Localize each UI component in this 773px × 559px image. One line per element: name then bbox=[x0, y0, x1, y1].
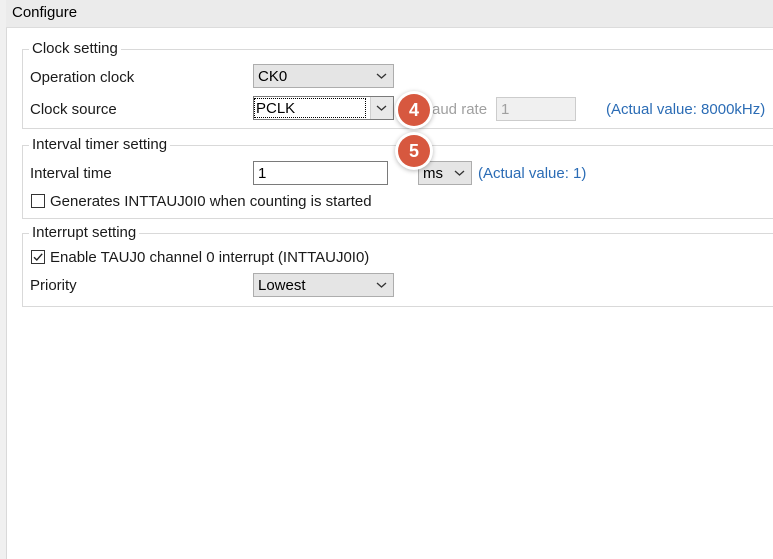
clock-source-label: Clock source bbox=[30, 101, 117, 118]
operation-clock-label: Operation clock bbox=[30, 69, 135, 86]
chevron-down-icon bbox=[376, 105, 387, 111]
interval-unit-select[interactable]: ms bbox=[418, 161, 472, 185]
clock-source-value: PCLK bbox=[256, 100, 296, 117]
callout-badge-5: 5 bbox=[398, 135, 430, 167]
priority-select[interactable]: Lowest bbox=[253, 273, 394, 297]
interrupt-setting-legend: Interrupt setting bbox=[29, 224, 140, 242]
chevron-down-icon bbox=[454, 170, 465, 176]
dropdown-arrow-button[interactable] bbox=[370, 97, 393, 119]
interval-time-label: Interval time bbox=[30, 165, 112, 182]
clock-actual-value: (Actual value: 8000kHz) bbox=[606, 101, 766, 118]
operation-clock-value: CK0 bbox=[258, 68, 288, 85]
baud-rate-label: aud rate bbox=[432, 101, 488, 118]
panel-title: Configure bbox=[12, 4, 78, 21]
interrupt-setting-group: Interrupt setting bbox=[22, 224, 773, 307]
priority-value: Lowest bbox=[258, 277, 306, 294]
chevron-down-icon bbox=[376, 73, 387, 79]
generates-interrupt-checkbox[interactable] bbox=[31, 194, 45, 208]
chevron-down-icon bbox=[376, 282, 387, 288]
generates-interrupt-label: Generates INTTAUJ0I0 when counting is st… bbox=[50, 193, 372, 210]
baud-rate-value: 1 bbox=[501, 101, 510, 118]
interval-unit-value: ms bbox=[423, 165, 443, 182]
left-panel-edge bbox=[0, 0, 7, 559]
interval-time-value: 1 bbox=[258, 165, 267, 182]
configure-header: Configure bbox=[6, 0, 773, 28]
priority-label: Priority bbox=[30, 277, 77, 294]
interval-actual-value: (Actual value: 1) bbox=[478, 165, 587, 182]
enable-interrupt-label: Enable TAUJ0 channel 0 interrupt (INTTAU… bbox=[50, 249, 370, 266]
checkmark-icon bbox=[33, 253, 43, 262]
interval-timer-legend: Interval timer setting bbox=[29, 136, 171, 154]
baud-rate-input: 1 bbox=[496, 97, 576, 121]
enable-interrupt-checkbox[interactable] bbox=[31, 250, 45, 264]
operation-clock-select[interactable]: CK0 bbox=[253, 64, 394, 88]
clock-setting-legend: Clock setting bbox=[29, 40, 121, 58]
callout-badge-4: 4 bbox=[398, 94, 430, 126]
clock-source-select[interactable]: PCLK bbox=[253, 96, 394, 120]
interval-time-input[interactable]: 1 bbox=[253, 161, 388, 185]
